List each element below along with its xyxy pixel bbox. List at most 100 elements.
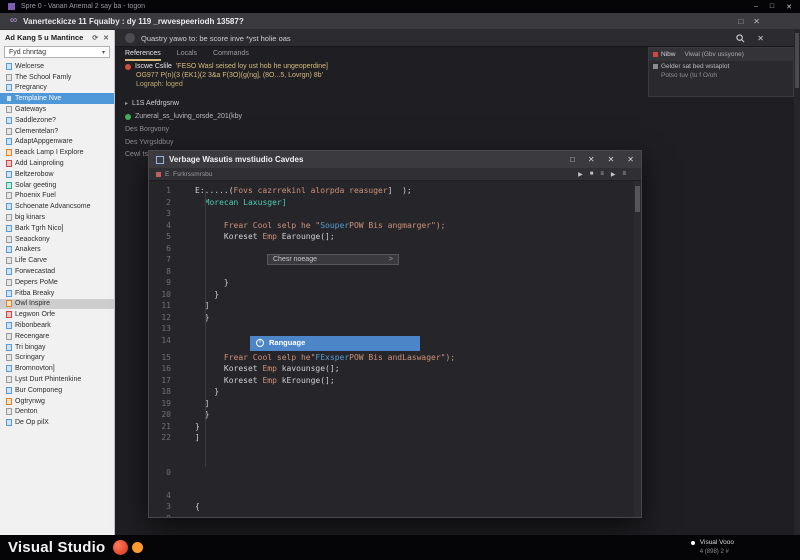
explorer-row-label: Des Borgvony — [125, 126, 169, 133]
sidebar-item[interactable]: AdaptAppgenware — [0, 137, 114, 148]
code-line: 22 ] — [149, 432, 641, 444]
close-icon[interactable]: ✕ — [786, 3, 792, 11]
line-number: 4 — [166, 220, 171, 230]
sidebar-item[interactable]: Beltzerobow — [0, 169, 114, 180]
sidebar-item[interactable]: Saddlezone? — [0, 115, 114, 126]
code-line: 15 Frear Cool selp he" FExsper POW Bis and… — [149, 352, 641, 364]
status-dot-icon — [125, 113, 131, 120]
right-panel-header-label: Nibw — [661, 51, 676, 58]
maximize-icon[interactable]: □ — [770, 3, 774, 11]
tabs-row: References Locals Commands — [125, 47, 645, 61]
code-line: 8 — [149, 266, 641, 278]
maximize-icon[interactable]: □ — [570, 155, 575, 164]
sidebar-item[interactable]: Depers PoMe — [0, 277, 114, 288]
explorer-row[interactable]: Des Borgvony — [115, 123, 800, 136]
main-scrollbar[interactable] — [794, 30, 800, 535]
layout-icon[interactable]: □ — [738, 17, 743, 26]
sidebar-item[interactable]: Solar geeting — [0, 180, 114, 191]
file-icon — [6, 214, 12, 222]
sidebar-item[interactable]: Anakers — [0, 245, 114, 256]
code-editor[interactable]: 1 E:.....(Fovs cazrrekinl alorpda reasug… — [149, 181, 641, 517]
close-icon[interactable]: ✕ — [608, 155, 615, 164]
sidebar-item[interactable]: Gateways — [0, 104, 114, 115]
file-icon — [6, 376, 12, 383]
sidebar-item-label: Anakers — [15, 246, 41, 254]
sidebar-dropdown[interactable]: Fyd chnrtag ▾ — [4, 46, 110, 58]
sidebar-item[interactable]: Denton — [0, 407, 114, 418]
sidebar-item[interactable]: Pregrancy — [0, 83, 114, 94]
dialog-scrollbar[interactable] — [634, 181, 641, 517]
language-banner[interactable]: i Ranguage — [250, 335, 420, 351]
sidebar-item[interactable]: Seaockony — [0, 234, 114, 245]
run-icon[interactable]: ▶ — [611, 171, 616, 178]
sidebar-item-label: Life Carve — [15, 257, 47, 265]
stop-icon[interactable]: ■ — [590, 171, 594, 178]
menu-icon[interactable]: ≡ — [622, 171, 626, 178]
right-panel-header[interactable]: Nibw Viwal (Gbv ussyone) — [649, 48, 793, 61]
file-icon — [6, 322, 12, 330]
sidebar-item[interactable]: Legwon Orfe — [0, 309, 114, 320]
right-panel-row[interactable]: Potso tuv (tu f O/oh — [649, 70, 793, 79]
explorer-item[interactable]: Zuneral_ss_luving_orsde_201(kby — [115, 110, 800, 123]
sidebar-item[interactable]: Recengare — [0, 331, 114, 342]
close-icon[interactable]: ✕ — [753, 17, 760, 26]
sidebar-item[interactable]: big kinars — [0, 212, 114, 223]
file-icon — [6, 419, 12, 427]
minimize-icon[interactable]: – — [754, 3, 758, 11]
tab-locals[interactable]: Locals — [177, 50, 197, 61]
sidebar-item[interactable]: Scringary — [0, 353, 114, 364]
menu-icon[interactable]: ≡ — [600, 171, 604, 178]
code-text: } — [195, 421, 200, 431]
file-icon — [6, 289, 12, 297]
sidebar-item[interactable]: Lyst Durt Phintenkine — [0, 374, 114, 385]
sidebar-item[interactable]: Bromnovton] — [0, 363, 114, 374]
search-icon[interactable] — [736, 33, 745, 43]
dialog-titlebar[interactable]: Verbage Wasutis mvstiudio Cavdes □ ✕ ✕ ✕ — [149, 151, 641, 168]
footer: Visual Studio Visual Vooo 4 (898) 2 # — [0, 535, 800, 560]
sidebar-item[interactable]: Bark Tgrh Nico] — [0, 223, 114, 234]
close-icon[interactable]: ✕ — [103, 34, 109, 42]
sidebar-item[interactable]: Welcerse — [0, 61, 114, 72]
orange-circle-logo-icon — [132, 542, 144, 553]
sidebar-item[interactable]: Life Carve — [0, 255, 114, 266]
sidebar-item[interactable]: Beack Lamp I Explore — [0, 147, 114, 158]
scrollbar-thumb[interactable] — [635, 186, 640, 212]
error-source: Iscwe Cslile — [135, 63, 172, 70]
sidebar-item[interactable]: Ribonbeark — [0, 320, 114, 331]
search-input[interactable]: Quastry yawo to: be score inve *yst holi… — [141, 34, 291, 43]
sidebar-header: Ad Kang 5 u Mantince ⟳ ✕ — [0, 30, 114, 45]
sidebar-item[interactable]: Add Lainproling — [0, 158, 114, 169]
sidebar-item[interactable]: Tri bingay — [0, 342, 114, 353]
code-line: 14 i Ranguage — [149, 335, 641, 352]
sidebar-item[interactable]: The School Famly — [0, 72, 114, 83]
line-number: 22 — [161, 433, 171, 442]
scrollbar-thumb[interactable] — [795, 33, 799, 88]
close-icon[interactable]: ✕ — [757, 34, 764, 43]
sidebar-item[interactable]: Clementelan? — [0, 126, 114, 137]
run-icon[interactable]: ▶ — [578, 171, 583, 178]
sidebar-item[interactable]: Bur Componeg — [0, 385, 114, 396]
tab-commands[interactable]: Commands — [213, 50, 249, 61]
sidebar-item[interactable]: Ogtrynwg — [0, 396, 114, 407]
toolbar-label: E Fsrkrssmrsbu — [165, 170, 213, 178]
sidebar-item[interactable]: Schoenate Advancsome — [0, 201, 114, 212]
close-icon[interactable]: ✕ — [588, 155, 595, 164]
sidebar-item[interactable]: Forwecastad — [0, 266, 114, 277]
close-icon[interactable]: ✕ — [627, 155, 634, 164]
recent-icon[interactable] — [125, 33, 135, 43]
code-line: 19 ] — [149, 398, 641, 410]
tab-references[interactable]: References — [125, 50, 161, 61]
chesr-noeage-button[interactable]: Chesr noeage > — [267, 254, 399, 266]
code-line: 20 } — [149, 409, 641, 421]
sidebar-item[interactable]: Fitba Breaky — [0, 288, 114, 299]
sidebar-item[interactable]: Owl Inspire — [0, 298, 114, 310]
sidebar-item[interactable]: Phoenix Fuel — [0, 191, 114, 202]
sidebar-item-label: Add Lainproling — [15, 160, 64, 168]
right-panel-row[interactable]: Gelder sat bed wstaplot — [649, 61, 793, 70]
explorer-section[interactable]: ▸ L1S Aefdrgsnw — [115, 97, 800, 110]
file-icon — [6, 257, 12, 265]
sidebar-item[interactable]: De Op pilX — [0, 417, 114, 428]
sidebar-item[interactable]: Templaine Nve — [0, 93, 114, 105]
refresh-icon[interactable]: ⟳ — [92, 34, 98, 42]
